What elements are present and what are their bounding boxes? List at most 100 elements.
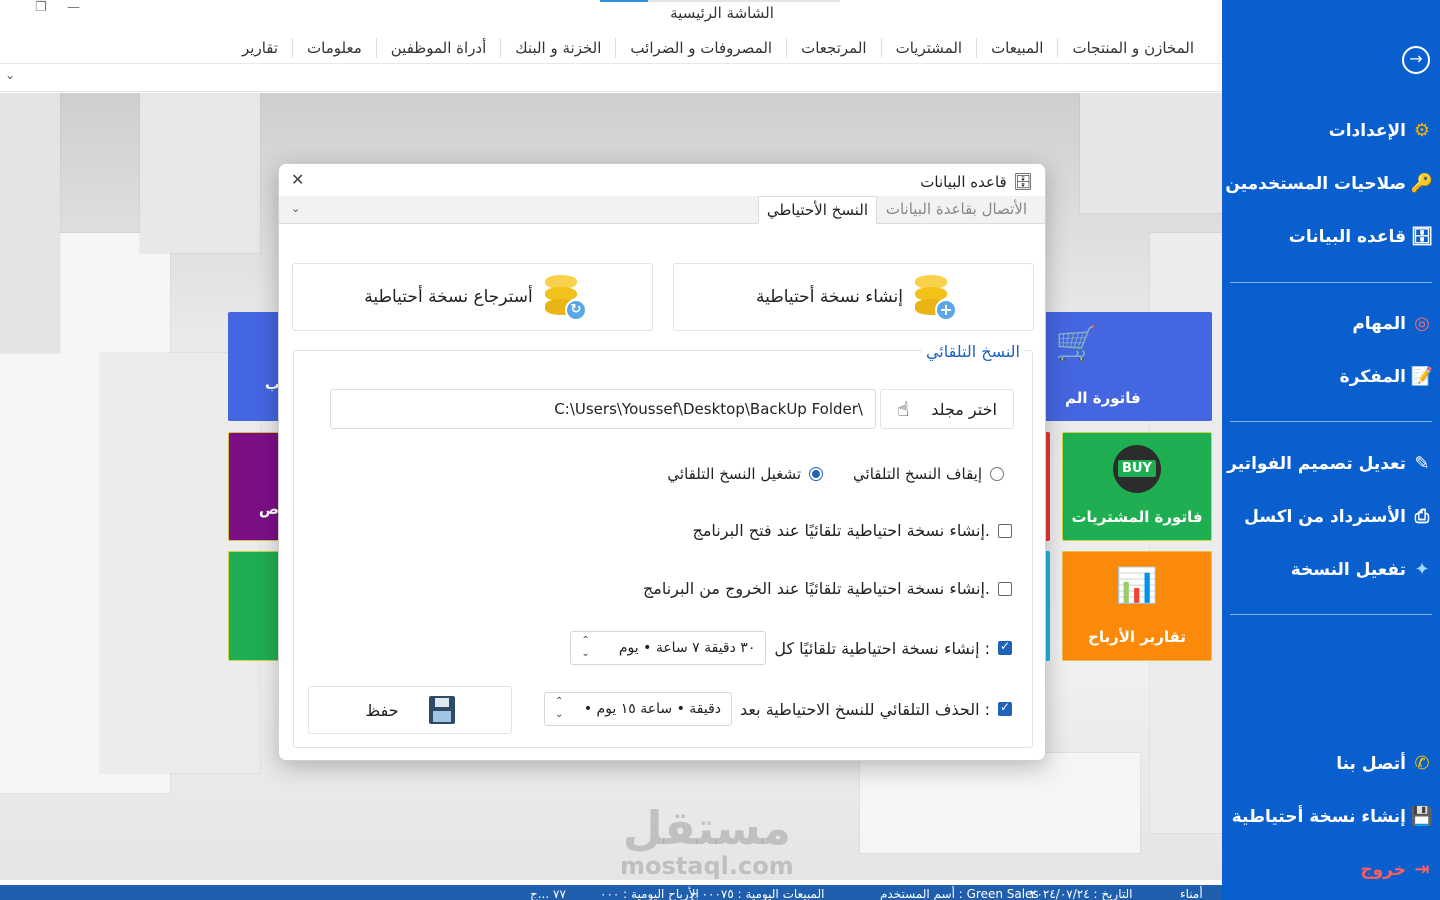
tab-db-connection[interactable]: الأتصال بقاعدة البيانات	[878, 196, 1035, 224]
sidebar-item-user-permissions[interactable]: 🔑 صلاحيات المستخدمين	[1225, 173, 1434, 194]
menu-item-info[interactable]: معلومات	[292, 37, 376, 58]
backup-on-exit-checkbox[interactable]	[998, 581, 1012, 596]
sidebar-item-contact[interactable]: ✆ أتصل بنا	[1336, 753, 1434, 774]
buy-badge-text: BUY	[1118, 460, 1156, 477]
key-icon: 🔑	[1410, 173, 1434, 194]
stepper-arrows-icon[interactable]: ⌃ ⌄	[555, 695, 563, 721]
choose-folder-label: اختر مجلد	[931, 399, 997, 419]
tile-label: فاتورة المشتريات	[1071, 508, 1203, 526]
save-button[interactable]: حفظ	[308, 686, 512, 734]
sidebar-item-exit[interactable]: ⇥ خروج	[1360, 859, 1434, 880]
checkbox-label: إنشاء نسخة احتياطية تلقائيًا عند الخروج …	[642, 579, 990, 598]
titlebar-accent-indicator	[600, 0, 648, 2]
radio-start-auto-backup[interactable]: تشغيل النسخ التلقائي	[667, 465, 824, 483]
menu-item-sales[interactable]: المبيعات	[976, 37, 1057, 58]
backup-on-exit-option[interactable]: إنشاء نسخة احتياطية تلقائيًا عند الخروج …	[643, 579, 1012, 598]
sidebar-item-database[interactable]: 🗄 قاعده البيانات	[1289, 226, 1434, 247]
sidebar-item-label: المهام	[1352, 313, 1406, 334]
sidebar-item-settings[interactable]: ⚙ الإعدادات	[1329, 120, 1434, 141]
backup-interval-option[interactable]: إنشاء نسخة احتياطية تلقائيًا كل : ٣٠ دقي…	[570, 631, 1012, 665]
menu-item-treasury[interactable]: الخزنة و البنك	[500, 37, 615, 58]
refresh-badge-icon: ↻	[564, 299, 587, 321]
target-icon: ◎	[1414, 313, 1430, 334]
sidebar-item-label: صلاحيات المستخدمين	[1225, 173, 1406, 194]
exit-icon: ⇥	[1414, 859, 1430, 880]
plus-badge-icon: +	[935, 299, 958, 321]
sidebar-item-label: أتصل بنا	[1336, 753, 1406, 774]
sidebar-item-label: المفكرة	[1339, 366, 1406, 387]
tabs-chevron-down-icon[interactable]: ⌄	[291, 202, 300, 215]
status-daily-profit: الأرباح اليومية : ٠٠٠	[600, 887, 699, 900]
bg-block	[1080, 93, 1222, 213]
radio-label: إيقاف النسخ التلقائي	[853, 465, 982, 483]
create-backup-button[interactable]: + إنشاء نسخة أحتياطية	[673, 263, 1034, 331]
database-dialog: 🗄 قاعده البيانات ✕ الأتصال بقاعدة البيان…	[278, 163, 1046, 761]
sidebar-divider	[1230, 421, 1432, 422]
sidebar-item-create-backup[interactable]: 💾 إنشاء نسخة أحتياطية	[1232, 806, 1434, 827]
window-titlebar: ❐ — الشاشة الرئيسية	[0, 0, 1222, 32]
radio-circle-selected[interactable]	[809, 467, 824, 481]
status-bar-top-gap	[0, 880, 1222, 885]
checkbox-label: الحذف التلقائي للنسخ الاحتياطية بعد :	[740, 699, 990, 719]
backup-folder-path-input[interactable]: C:\Users\Youssef\Desktop\BackUp Folder\	[330, 389, 876, 429]
sidebar-divider	[1230, 614, 1432, 615]
menu-item-purchases[interactable]: المشتريات	[880, 37, 976, 58]
status-daily-sales: المبيعات اليومية : ٠٠٠٧٥ ج	[690, 887, 825, 900]
tile-profit-reports[interactable]: 📊 تقارير الأرباح	[1062, 551, 1212, 661]
sidebar-item-invoice-design[interactable]: ✎ تعديل تصميم الفواتير	[1227, 453, 1434, 474]
menu-item-inventory[interactable]: المخازن و المنتجات	[1057, 37, 1208, 58]
close-icon[interactable]: ✕	[291, 170, 304, 189]
sidebar-item-tasks[interactable]: ◎ المهام	[1352, 313, 1434, 334]
backup-on-open-option[interactable]: إنشاء نسخة احتياطية تلقائيًا عند فتح الب…	[693, 521, 1012, 540]
restore-backup-button[interactable]: ↻ أسترجاع نسخة أحتياطية	[292, 263, 653, 331]
auto-delete-stepper[interactable]: • دقيقة • ساعة ١٥ يوم ⌃ ⌄	[544, 692, 733, 726]
ribbon-bar: ⌄	[0, 64, 1222, 92]
activation-icon: ✦	[1414, 559, 1430, 580]
sidebar-item-label: قاعده البيانات	[1288, 226, 1406, 247]
stepper-arrows-icon[interactable]: ⌃ ⌄	[581, 634, 589, 660]
sidebar-item-label: الإعدادات	[1328, 120, 1406, 141]
auto-delete-value: • دقيقة • ساعة ١٥ يوم	[583, 701, 722, 717]
dialog-title-text: قاعده البيانات	[920, 172, 1007, 191]
status-date: التاريخ : ٢٠٢٤/٠٧/٢٤	[1030, 887, 1133, 900]
choose-folder-button[interactable]: ☝ اختر مجلد	[880, 389, 1014, 429]
status-user: أسم المستخدم : Green Sales	[880, 887, 1039, 900]
auto-backup-mode: إيقاف النسخ التلقائي تشغيل النسخ التلقائ…	[667, 465, 1004, 483]
backup-interval-checkbox[interactable]	[998, 639, 1012, 655]
buy-badge-icon: BUY	[1113, 445, 1161, 493]
bg-block	[0, 93, 60, 353]
menu-item-employees[interactable]: أدراة الموظفين	[375, 37, 501, 58]
ribbon-collapse-chevron-icon[interactable]: ⌄	[5, 68, 15, 82]
tile-purchase-invoice-partial[interactable]: 🛒 فاتورة الم	[1045, 312, 1212, 421]
notepad-icon: 📝	[1410, 366, 1434, 387]
sidebar-item-label: إنشاء نسخة أحتياطية	[1231, 806, 1406, 827]
phone-icon: ✆	[1414, 753, 1430, 774]
tab-backup[interactable]: النسخ الأحتياطي	[757, 196, 877, 224]
auto-backup-group: النسخ التلقائي C:\Users\Youssef\Desktop\…	[293, 342, 1033, 748]
tile-purchases-invoice[interactable]: BUY فاتورة المشتريات	[1062, 432, 1212, 541]
sidebar-item-notebook[interactable]: 📝 المفكرة	[1340, 366, 1434, 387]
radio-label: تشغيل النسخ التلقائي	[667, 465, 802, 483]
auto-delete-checkbox[interactable]	[998, 700, 1012, 716]
backup-interval-stepper[interactable]: ٣٠ دقيقة ٧ ساعة • يوم ⌃ ⌄	[570, 631, 767, 665]
bar-chart-icon: 📊	[1115, 566, 1159, 606]
sidebar-item-label: تفعيل النسخة	[1290, 559, 1406, 580]
auto-delete-option[interactable]: الحذف التلقائي للنسخ الاحتياطية بعد : • …	[544, 692, 1012, 726]
watermark: مستقل mostaql.com	[620, 803, 794, 879]
bg-block	[140, 93, 260, 253]
collapse-sidebar-arrow-icon[interactable]: →	[1402, 46, 1430, 74]
main-menu-bar: المخازن و المنتجات المبيعات المشتريات ال…	[0, 32, 1222, 64]
auto-backup-group-title: النسخ التلقائي	[921, 342, 1024, 361]
menu-item-returns[interactable]: المرتجعات	[786, 37, 880, 58]
sidebar-item-label: خروج	[1360, 859, 1406, 880]
backup-on-open-checkbox[interactable]	[998, 523, 1012, 538]
radio-circle[interactable]	[990, 467, 1004, 481]
excel-import-icon: ⎙	[1414, 506, 1430, 527]
menu-item-reports[interactable]: تقارير	[228, 38, 292, 58]
status-bar: ٧٧ ...ج الأرباح اليومية : ٠٠٠ المبيعات ا…	[0, 880, 1222, 900]
menu-item-expenses[interactable]: المصروفات و الضرائب	[615, 37, 786, 58]
edit-document-icon: ✎	[1414, 453, 1430, 474]
sidebar-item-activate[interactable]: ✦ تفعيل النسخة	[1291, 559, 1434, 580]
radio-stop-auto-backup[interactable]: إيقاف النسخ التلقائي	[853, 465, 1004, 483]
sidebar-item-import-excel[interactable]: ⎙ الأسترداد من اكسل	[1244, 506, 1434, 527]
